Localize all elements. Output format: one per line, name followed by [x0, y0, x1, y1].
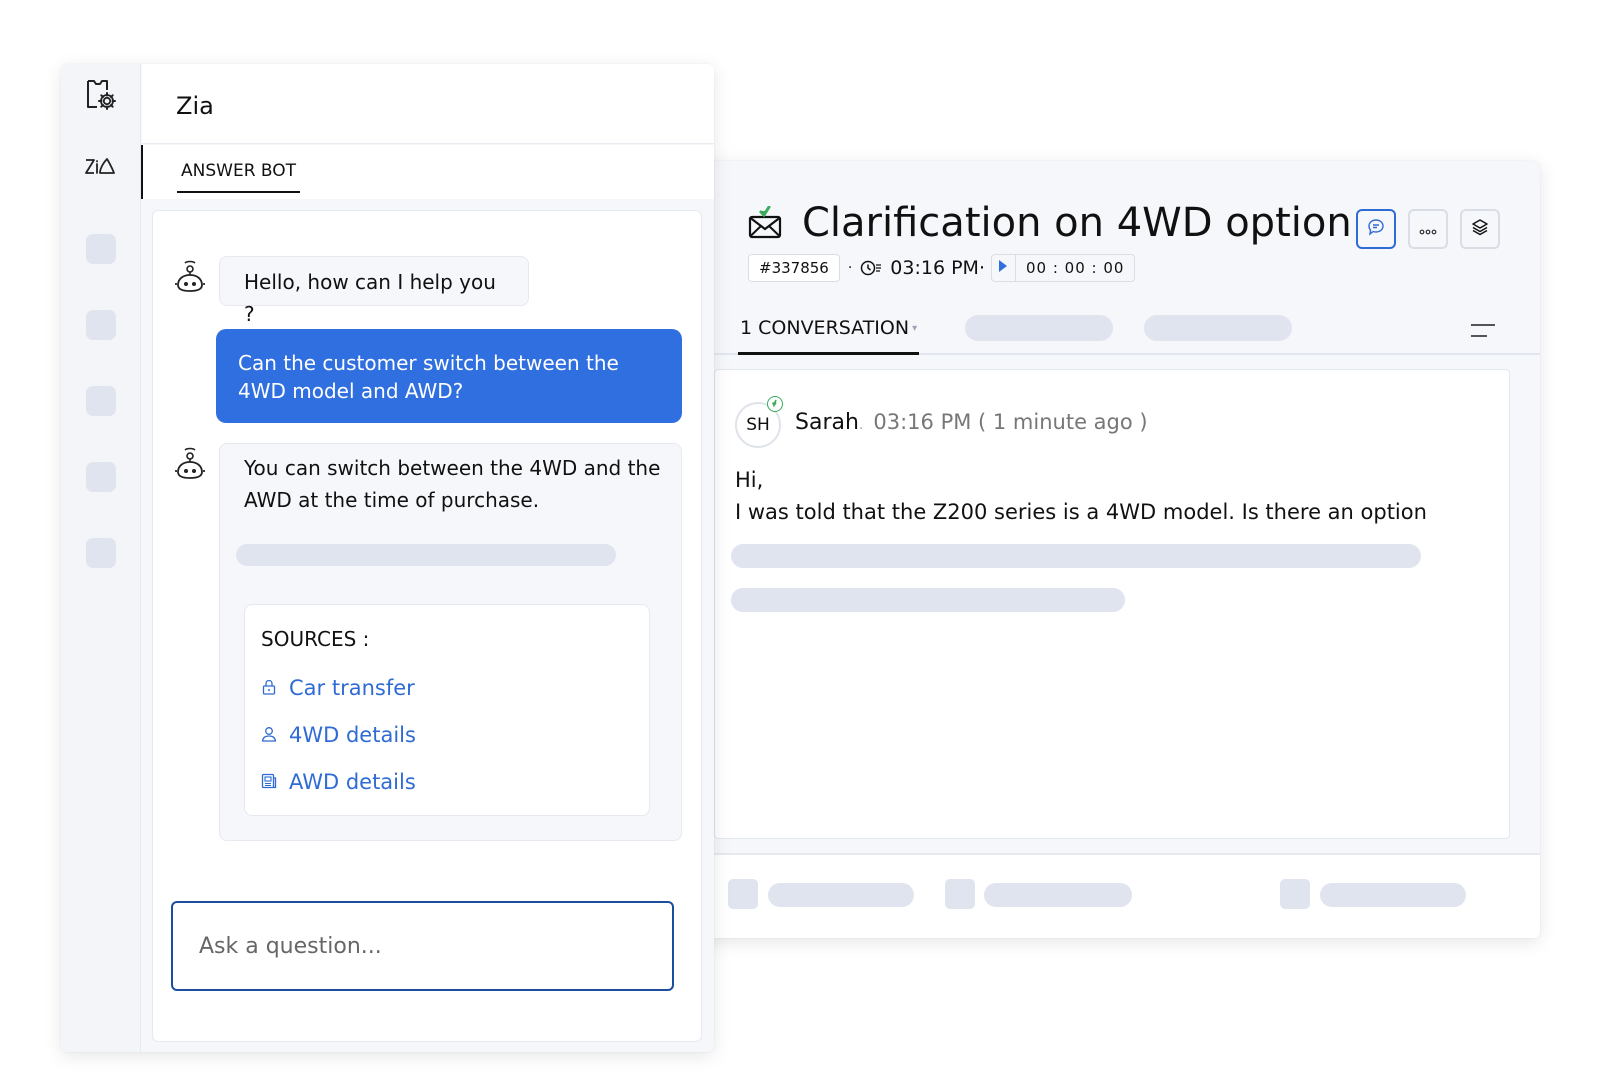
document-icon: [261, 766, 289, 798]
ticket-id[interactable]: #337856: [748, 254, 840, 282]
source-label: Car transfer: [289, 676, 415, 700]
text-placeholder: [731, 544, 1421, 568]
ticket-meta: #337856 · 03:16 PM· 00 : 00 : 00: [748, 253, 1500, 283]
ask-question-input[interactable]: [171, 901, 674, 991]
tab-placeholder[interactable]: [965, 315, 1113, 341]
chat-area: Hello, how can I help you ? Can the cust…: [152, 210, 702, 1042]
action-placeholder[interactable]: [768, 883, 914, 907]
separator: ·: [847, 260, 853, 276]
action-placeholder-icon[interactable]: [1280, 879, 1310, 909]
menu-icon[interactable]: [1470, 321, 1496, 339]
nav-placeholder[interactable]: [86, 462, 116, 492]
clock-icon: [860, 259, 882, 277]
message-text: You can switch between the 4WD and the A…: [244, 456, 661, 512]
sources-box: SOURCES : Car transfer 4WD details AWD d…: [244, 604, 650, 816]
message-text: Can the customer switch between the 4WD …: [238, 351, 619, 403]
action-placeholder-icon[interactable]: [728, 879, 758, 909]
source-label: AWD details: [289, 770, 416, 794]
bot-icon: [173, 259, 207, 295]
ticket-tabs: 1 CONVERSATION ▾: [700, 301, 1540, 355]
bot-message: You can switch between the 4WD and the A…: [219, 443, 682, 841]
ticket-settings-icon[interactable]: [83, 78, 119, 114]
bot-message: Hello, how can I help you ?: [219, 256, 529, 326]
tab-placeholder[interactable]: [1144, 315, 1292, 341]
user-icon: [261, 719, 289, 751]
user-message: Can the customer switch between the 4WD …: [216, 329, 682, 423]
tab-conversation[interactable]: 1 CONVERSATION ▾: [738, 309, 920, 355]
message-greeting: Hi,: [735, 468, 764, 492]
zia-panel: Zia ANSWER BOT Hello, how can I help you…: [61, 64, 714, 1052]
mail-incoming-icon: [748, 205, 782, 240]
timer: 00 : 00 : 00: [990, 254, 1136, 282]
panel-title: Zia: [176, 92, 214, 120]
lock-icon: [261, 672, 289, 704]
conversation-card: SH Sarah . 03:16 PM ( 1 minute ago ) Hi,…: [714, 369, 1510, 839]
play-icon: [998, 259, 1008, 277]
ticket-footer: [700, 855, 1540, 938]
ticket-time: 03:16 PM·: [890, 257, 985, 279]
incoming-badge-icon: [767, 396, 783, 412]
action-placeholder[interactable]: [984, 883, 1132, 907]
sender-row: Sarah . 03:16 PM ( 1 minute ago ): [795, 410, 1148, 435]
tab-label: 1 CONVERSATION: [740, 317, 910, 339]
avatar: SH: [735, 396, 783, 448]
message-text: I was told that the Z200 series is a 4WD…: [735, 500, 1427, 524]
more-button[interactable]: [1408, 209, 1448, 249]
ticket-title: Clarification on 4WD option: [802, 200, 1352, 246]
sender-name[interactable]: Sarah: [795, 410, 859, 435]
timer-value: 00 : 00 : 00: [1025, 259, 1125, 277]
more-icon: [1419, 220, 1437, 239]
nav-placeholder[interactable]: [86, 538, 116, 568]
text-placeholder: [236, 544, 616, 566]
source-link-4wd-details[interactable]: 4WD details: [261, 720, 633, 750]
sources-title: SOURCES :: [261, 627, 370, 651]
zia-tabs: ANSWER BOT: [141, 145, 714, 199]
message-body: Hi, I was told that the Z200 series is a…: [735, 464, 1427, 528]
source-link-car-transfer[interactable]: Car transfer: [261, 673, 633, 703]
zia-header: Zia: [142, 64, 714, 144]
reply-button[interactable]: [1356, 209, 1396, 249]
source-link-awd-details[interactable]: AWD details: [261, 767, 633, 797]
action-placeholder-icon[interactable]: [945, 879, 975, 909]
avatar-initials: SH: [746, 415, 770, 435]
message-timestamp: 03:16 PM ( 1 minute ago ): [873, 410, 1148, 434]
nav-placeholder[interactable]: [86, 234, 116, 264]
bot-icon: [173, 446, 207, 482]
action-placeholder[interactable]: [1320, 883, 1466, 907]
caret-down-icon: ▾: [912, 323, 918, 334]
timer-play-button[interactable]: [992, 255, 1016, 281]
sender-separator: .: [858, 417, 864, 433]
nav-placeholder[interactable]: [86, 310, 116, 340]
tab-answer-bot[interactable]: ANSWER BOT: [177, 161, 301, 193]
source-label: 4WD details: [289, 723, 416, 747]
zia-logo-icon[interactable]: [83, 148, 119, 184]
side-rail: [61, 64, 141, 1052]
message-text: Hello, how can I help you ?: [244, 270, 496, 326]
ticket-panel: Clarification on 4WD option #337856 · 03…: [700, 161, 1540, 938]
ticket-header: Clarification on 4WD option #337856 · 03…: [748, 197, 1500, 283]
layers-button[interactable]: [1460, 209, 1500, 249]
chat-bubble-icon: [1367, 218, 1385, 240]
layers-icon: [1471, 218, 1489, 240]
nav-placeholder[interactable]: [86, 386, 116, 416]
text-placeholder: [731, 588, 1125, 612]
